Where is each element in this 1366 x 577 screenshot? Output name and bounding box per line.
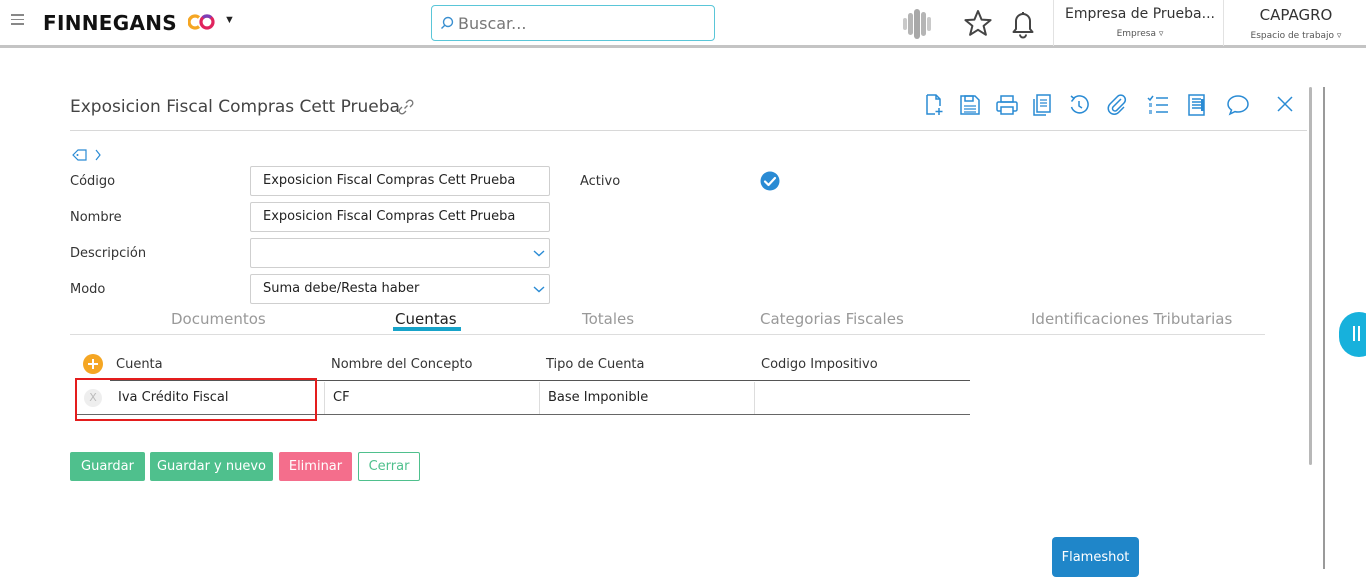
tab-totales[interactable]: Totales <box>582 310 634 328</box>
grid-header-tipo: Tipo de Cuenta <box>546 357 645 372</box>
activo-checkbox-icon[interactable] <box>760 171 780 191</box>
close-icon[interactable] <box>1273 93 1297 117</box>
side-panel-toggle[interactable] <box>1339 312 1366 357</box>
company-label: Empresa ▿ <box>1116 29 1164 39</box>
logo-co-icon <box>188 14 215 30</box>
codigo-field[interactable]: Exposicion Fiscal Compras Cett Prueba <box>250 166 550 196</box>
company-selector[interactable]: Empresa de Prueba... Empresa ▿ <box>1058 6 1222 39</box>
sound-waves-icon[interactable] <box>901 8 937 40</box>
save-icon[interactable] <box>958 93 982 117</box>
modo-value: Suma debe/Resta haber <box>263 281 420 296</box>
activo-label: Activo <box>580 174 621 189</box>
logo-text[interactable]: FINNEGANS <box>43 11 177 35</box>
comment-icon[interactable] <box>1226 93 1250 117</box>
attachment-icon[interactable] <box>1105 93 1129 117</box>
grid-header-codigo: Codigo Impositivo <box>761 357 878 372</box>
eliminar-button[interactable]: Eliminar <box>279 452 352 481</box>
codigo-label: Código <box>70 174 116 189</box>
panel-border <box>1323 87 1325 569</box>
chevron-down-icon[interactable] <box>533 248 545 258</box>
tab-documentos[interactable]: Documentos <box>171 310 266 328</box>
descripcion-label: Descripción <box>70 246 147 261</box>
tab-categorias-fiscales[interactable]: Categorias Fiscales <box>760 310 904 328</box>
header-separator <box>1053 0 1054 46</box>
cerrar-button[interactable]: Cerrar <box>358 452 420 481</box>
grid-header-concepto: Nombre del Concepto <box>331 357 473 372</box>
chevron-down-icon[interactable] <box>533 284 545 294</box>
report-icon[interactable] <box>1185 93 1209 117</box>
workspace-label: Espacio de trabajo ▿ <box>1250 31 1342 41</box>
cell-tipo[interactable]: Base Imponible <box>540 382 755 414</box>
guardar-button[interactable]: Guardar <box>70 452 145 481</box>
descripcion-field[interactable] <box>250 238 550 268</box>
tag-icon[interactable] <box>72 147 104 163</box>
logo-dropdown-icon[interactable]: ▼ <box>224 14 235 26</box>
company-name: Empresa de Prueba... <box>1065 6 1215 22</box>
tab-bar: Documentos Cuentas Totales Categorias Fi… <box>70 307 1265 335</box>
active-tab-indicator <box>393 327 461 331</box>
grid-header-cuenta: Cuenta <box>116 357 163 372</box>
nombre-field[interactable]: Exposicion Fiscal Compras Cett Prueba <box>250 202 550 232</box>
search-box[interactable] <box>431 5 715 41</box>
nombre-label: Nombre <box>70 210 122 225</box>
tab-cuentas[interactable]: Cuentas <box>395 310 457 328</box>
flameshot-button[interactable]: Flameshot <box>1052 537 1139 577</box>
modo-label: Modo <box>70 282 106 297</box>
favorites-star-icon[interactable] <box>963 9 993 37</box>
menu-icon[interactable] <box>11 14 24 26</box>
search-icon <box>441 16 454 29</box>
add-row-icon[interactable] <box>83 354 103 374</box>
search-input[interactable] <box>458 12 708 34</box>
highlight-box <box>75 378 317 421</box>
page-title: Exposicion Fiscal Compras Cett Prueba <box>70 97 400 117</box>
modo-select[interactable]: Suma debe/Resta haber <box>250 274 550 304</box>
top-bar: FINNEGANS ▼ Empresa de Prueba... Empresa… <box>0 0 1366 48</box>
print-icon[interactable] <box>995 93 1019 117</box>
cell-codigo[interactable] <box>755 382 970 414</box>
checklist-icon[interactable] <box>1146 93 1170 117</box>
new-document-icon[interactable] <box>922 93 946 117</box>
title-divider <box>70 130 1307 131</box>
workspace-selector[interactable]: CAPAGRO Espacio de trabajo ▿ <box>1226 6 1366 41</box>
header-separator <box>1223 0 1224 46</box>
history-icon[interactable] <box>1067 93 1091 117</box>
notifications-bell-icon[interactable] <box>1010 9 1036 39</box>
link-icon[interactable] <box>397 98 415 116</box>
scrollbar[interactable] <box>1309 87 1312 465</box>
tab-identificaciones-tributarias[interactable]: Identificaciones Tributarias <box>1031 310 1232 328</box>
guardar-y-nuevo-button[interactable]: Guardar y nuevo <box>150 452 273 481</box>
cell-concepto[interactable]: CF <box>325 382 540 414</box>
workspace-name: CAPAGRO <box>1259 6 1333 24</box>
copy-document-icon[interactable] <box>1031 93 1055 117</box>
